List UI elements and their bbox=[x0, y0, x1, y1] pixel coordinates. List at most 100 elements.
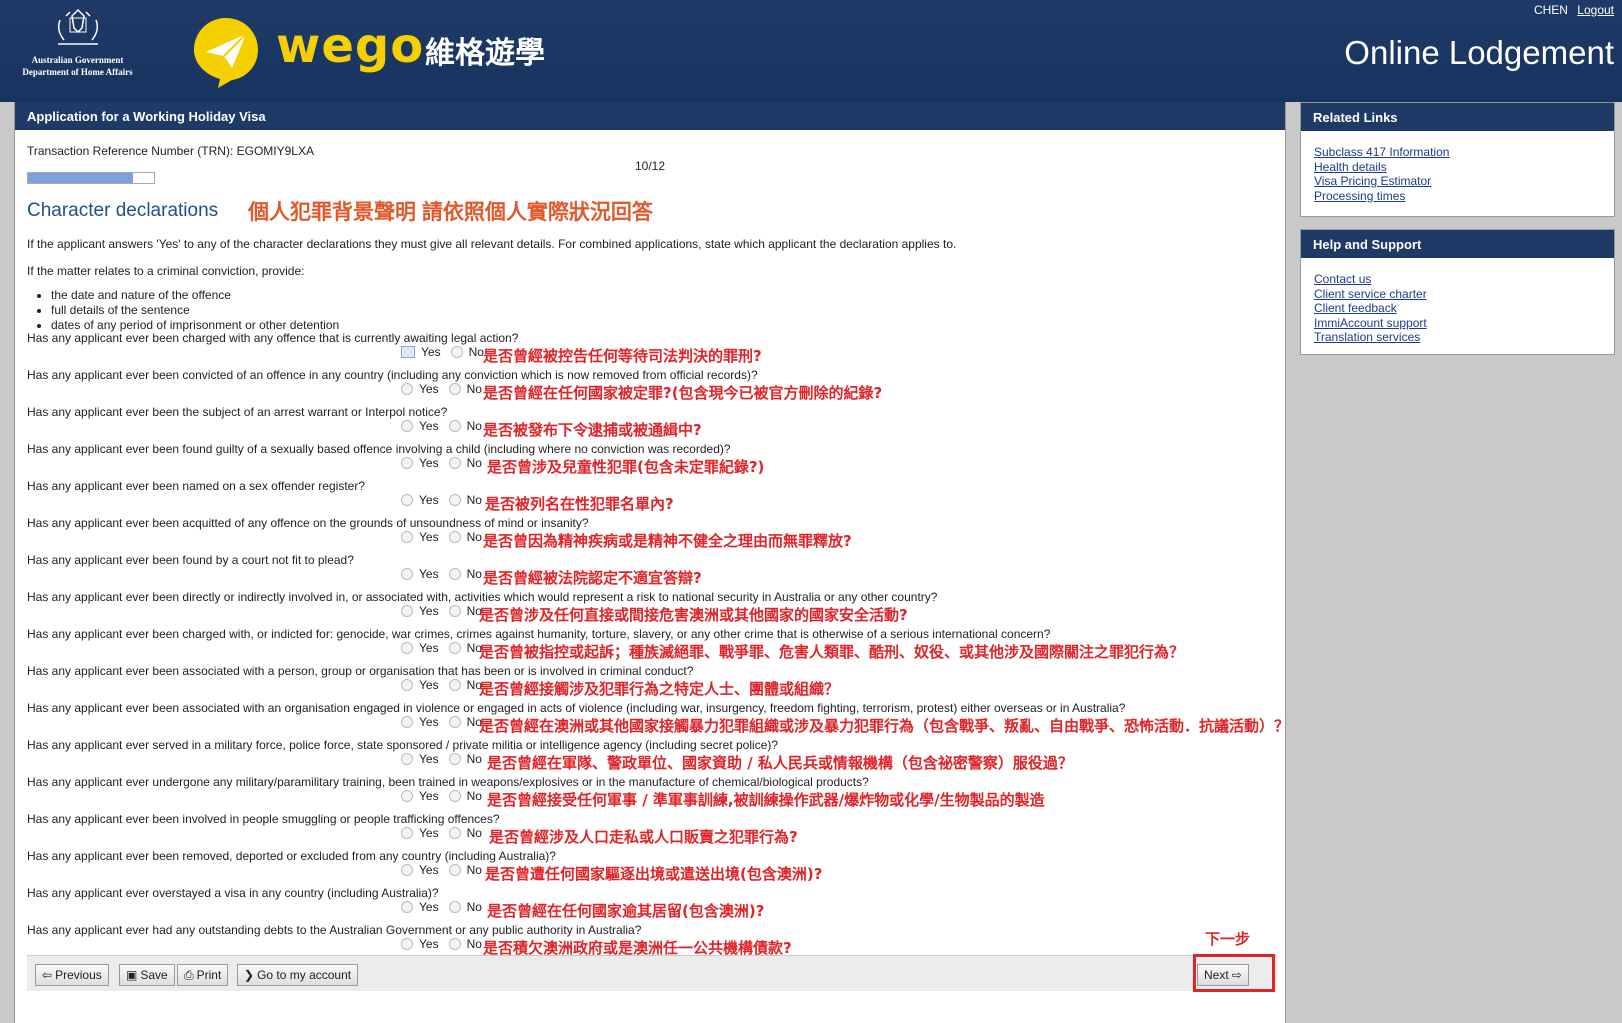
yes-label: Yes bbox=[419, 493, 439, 507]
no-radio[interactable] bbox=[448, 568, 461, 580]
link-immiaccount-support[interactable]: ImmiAccount support bbox=[1314, 316, 1427, 330]
question-row: Has any applicant ever been acquitted of… bbox=[27, 516, 1267, 552]
question-text: Has any applicant ever undergone any mil… bbox=[27, 775, 869, 789]
no-radio[interactable] bbox=[448, 938, 461, 950]
question-row: Has any applicant ever been charged with… bbox=[27, 331, 1267, 367]
save-button[interactable]: ▣ Save bbox=[119, 964, 175, 986]
question-text: Has any applicant ever been associated w… bbox=[27, 701, 1126, 715]
yes-label: Yes bbox=[419, 641, 439, 655]
yes-radio[interactable] bbox=[401, 864, 413, 876]
yes-radio[interactable] bbox=[401, 753, 413, 765]
question-row: Has any applicant ever had any outstandi… bbox=[27, 923, 1267, 959]
no-label: No bbox=[466, 789, 482, 803]
user-bar: CHEN Logout bbox=[1534, 3, 1614, 17]
yes-radio[interactable] bbox=[401, 827, 413, 839]
link-subclass-417-information[interactable]: Subclass 417 Information bbox=[1314, 145, 1449, 159]
no-radio[interactable] bbox=[448, 753, 461, 765]
yes-radio[interactable] bbox=[401, 531, 413, 543]
no-radio[interactable] bbox=[448, 494, 461, 506]
question-row: Has any applicant ever been associated w… bbox=[27, 664, 1267, 700]
link-contact-us[interactable]: Contact us bbox=[1314, 272, 1371, 286]
no-radio[interactable] bbox=[448, 864, 461, 876]
no-label: No bbox=[466, 419, 482, 433]
link-processing-times[interactable]: Processing times bbox=[1314, 189, 1405, 203]
no-label: No bbox=[466, 826, 482, 840]
question-text: Has any applicant ever been found guilty… bbox=[27, 442, 731, 456]
question-row: Has any applicant ever been charged with… bbox=[27, 627, 1267, 663]
no-radio[interactable] bbox=[448, 457, 461, 469]
yes-radio[interactable] bbox=[401, 679, 413, 691]
question-translation-annotation: 是否曾經在任何國家被定罪?(包含現今已被官方刪除的紀錄? bbox=[483, 384, 883, 402]
page-count: 10/12 bbox=[635, 159, 666, 173]
related-links-list: Subclass 417 Information Health details … bbox=[1301, 131, 1614, 215]
yes-radio[interactable] bbox=[401, 938, 413, 950]
yes-radio[interactable] bbox=[401, 568, 413, 580]
yes-label: Yes bbox=[419, 826, 439, 840]
print-button[interactable]: ⎙ Print bbox=[177, 964, 229, 986]
question-row: Has any applicant ever been removed, dep… bbox=[27, 849, 1267, 885]
chevron-right-icon: ❯ bbox=[244, 968, 255, 982]
question-text: Has any applicant ever been named on a s… bbox=[27, 479, 365, 493]
question-text: Has any applicant ever been charged with… bbox=[27, 331, 519, 345]
panel-title: Application for a Working Holiday Visa bbox=[15, 102, 1285, 130]
answer-options: Yes No bbox=[401, 752, 490, 766]
answer-options: Yes No bbox=[401, 900, 490, 914]
answer-options: Yes No bbox=[401, 789, 490, 803]
no-radio[interactable] bbox=[448, 790, 461, 802]
link-health-details[interactable]: Health details bbox=[1314, 160, 1387, 174]
link-translation-services[interactable]: Translation services bbox=[1314, 330, 1420, 344]
trn-text: Transaction Reference Number (TRN): EGOM… bbox=[27, 144, 314, 158]
help-support-panel: Help and Support Contact us Client servi… bbox=[1300, 229, 1615, 355]
previous-button[interactable]: ⇦ Previous bbox=[35, 964, 109, 986]
no-label: No bbox=[466, 567, 482, 581]
question-translation-annotation: 是否曾遭任何國家驅逐出境或遣送出境(包含澳洲)? bbox=[485, 865, 823, 883]
next-step-annotation: 下一步 bbox=[1205, 930, 1251, 948]
list-item: full details of the sentence bbox=[51, 303, 339, 318]
no-radio[interactable] bbox=[448, 901, 461, 913]
no-radio[interactable] bbox=[448, 605, 461, 617]
link-client-feedback[interactable]: Client feedback bbox=[1314, 301, 1397, 315]
question-text: Has any applicant ever overstayed a visa… bbox=[27, 886, 439, 900]
section-title: Character declarations bbox=[27, 200, 219, 221]
question-translation-annotation: 是否曾涉及兒童性犯罪(包含未定罪紀錄?) bbox=[487, 458, 765, 476]
yes-radio[interactable] bbox=[401, 642, 413, 654]
yes-radio[interactable] bbox=[401, 457, 413, 469]
question-translation-annotation: 是否曾經被法院認定不適宜答辯? bbox=[483, 569, 702, 587]
no-label: No bbox=[466, 863, 482, 877]
yes-radio[interactable] bbox=[401, 383, 413, 395]
gov-line2: Department of Home Affairs bbox=[22, 67, 133, 77]
yes-radio[interactable] bbox=[401, 605, 413, 617]
no-radio[interactable] bbox=[448, 420, 461, 432]
logout-link[interactable]: Logout bbox=[1577, 3, 1614, 17]
question-text: Has any applicant ever been charged with… bbox=[27, 627, 1051, 641]
no-radio[interactable] bbox=[448, 716, 461, 728]
question-row: Has any applicant ever been directly or … bbox=[27, 590, 1267, 626]
no-radio[interactable] bbox=[448, 679, 461, 691]
yes-radio[interactable] bbox=[401, 494, 413, 506]
yes-label: Yes bbox=[419, 567, 439, 581]
no-radio[interactable] bbox=[448, 531, 461, 543]
link-visa-pricing-estimator[interactable]: Visa Pricing Estimator bbox=[1314, 174, 1431, 188]
answer-options: Yes No bbox=[401, 826, 490, 840]
link-client-service-charter[interactable]: Client service charter bbox=[1314, 287, 1427, 301]
yes-radio[interactable] bbox=[401, 346, 415, 358]
no-radio[interactable] bbox=[448, 642, 461, 654]
no-label: No bbox=[466, 493, 482, 507]
no-radio[interactable] bbox=[450, 346, 463, 358]
yes-radio[interactable] bbox=[401, 901, 413, 913]
question-row: Has any applicant ever been named on a s… bbox=[27, 479, 1267, 515]
related-links-title: Related Links bbox=[1301, 103, 1614, 131]
yes-radio[interactable] bbox=[401, 790, 413, 802]
yes-radio[interactable] bbox=[401, 420, 413, 432]
no-radio[interactable] bbox=[448, 827, 461, 839]
go-to-account-button[interactable]: ❯ Go to my account bbox=[237, 964, 359, 986]
question-text: Has any applicant ever been directly or … bbox=[27, 590, 938, 604]
yes-label: Yes bbox=[419, 456, 439, 470]
floppy-disk-icon: ▣ bbox=[126, 968, 138, 982]
intro-conviction-text: If the matter relates to a criminal conv… bbox=[27, 264, 305, 278]
answer-options: Yes No bbox=[401, 937, 490, 951]
no-radio[interactable] bbox=[448, 383, 461, 395]
yes-radio[interactable] bbox=[401, 716, 413, 728]
wego-wordmark: wego bbox=[276, 18, 425, 74]
next-button-highlight bbox=[1193, 954, 1275, 992]
